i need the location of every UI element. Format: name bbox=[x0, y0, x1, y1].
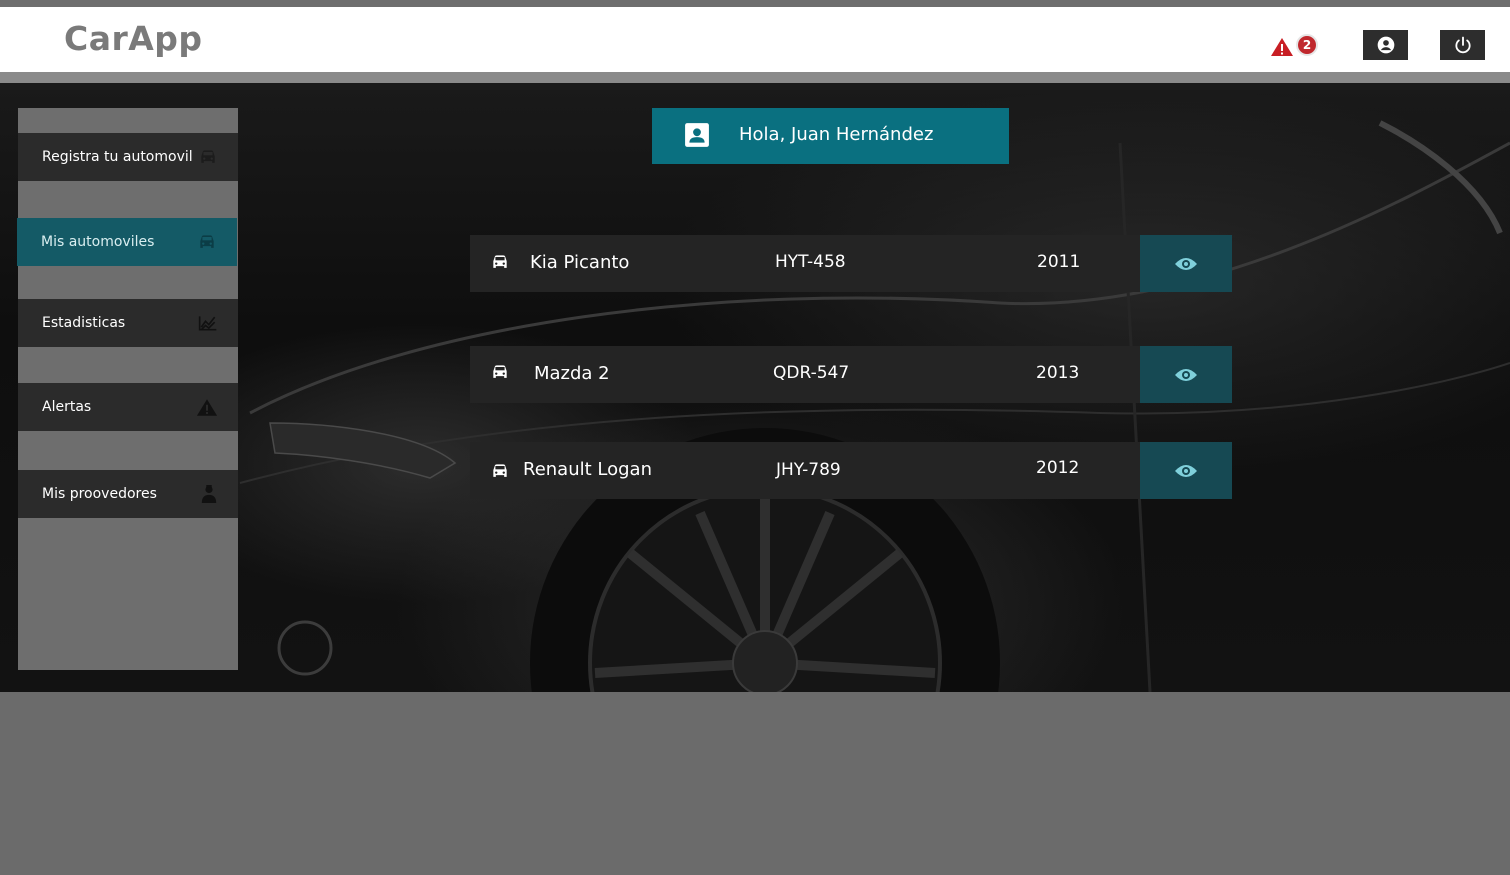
car-icon bbox=[493, 365, 507, 378]
car-plate: HYT-458 bbox=[775, 252, 846, 272]
car-row: Kia Picanto HYT-458 2011 bbox=[470, 235, 1232, 292]
account-circle-icon bbox=[1377, 36, 1394, 54]
sidebar-item-alerts[interactable]: Alertas bbox=[18, 383, 238, 431]
eye-icon bbox=[1175, 368, 1197, 381]
car-row: Renault Logan JHY-789 2012 bbox=[470, 442, 1232, 499]
logout-button[interactable] bbox=[1440, 30, 1485, 60]
sidebar-item-statistics[interactable]: Estadisticas bbox=[18, 299, 238, 347]
sidebar-item-providers[interactable]: Mis proovedores bbox=[18, 470, 238, 518]
warning-icon bbox=[196, 398, 218, 416]
car-icon bbox=[493, 255, 507, 268]
sidebar: Registra tu automovil Mis automoviles Es… bbox=[17, 108, 238, 670]
top-strip bbox=[0, 0, 1510, 7]
car-name: Kia Picanto bbox=[530, 252, 630, 273]
car-name: Renault Logan bbox=[523, 459, 652, 480]
sidebar-item-label: Mis automoviles bbox=[41, 234, 155, 250]
view-car-button[interactable] bbox=[1140, 442, 1232, 499]
sidebar-item-label: Mis proovedores bbox=[42, 486, 157, 502]
person-icon bbox=[201, 485, 217, 503]
car-plate: QDR-547 bbox=[773, 363, 850, 383]
power-icon bbox=[1454, 36, 1471, 54]
warning-icon bbox=[1271, 38, 1293, 56]
contact-card-icon bbox=[685, 123, 709, 147]
car-year: 2011 bbox=[1037, 252, 1081, 272]
car-icon bbox=[493, 464, 507, 477]
eye-icon bbox=[1175, 257, 1197, 270]
app-header: CarApp 2 bbox=[0, 7, 1510, 72]
user-profile-button[interactable] bbox=[1363, 30, 1408, 60]
alert-count-badge: 2 bbox=[1296, 34, 1318, 56]
car-row: Mazda 2 QDR-547 2013 bbox=[470, 346, 1232, 403]
eye-icon bbox=[1175, 464, 1197, 477]
greeting-text: Hola, Juan Hernández bbox=[739, 124, 934, 145]
sidebar-item-label: Registra tu automovil bbox=[42, 149, 193, 165]
car-icon bbox=[200, 235, 214, 248]
car-year: 2013 bbox=[1036, 363, 1080, 383]
sidebar-item-my-cars[interactable]: Mis automoviles bbox=[17, 218, 237, 266]
car-name: Mazda 2 bbox=[534, 363, 610, 384]
header-divider bbox=[0, 72, 1510, 83]
view-car-button[interactable] bbox=[1140, 346, 1232, 403]
sidebar-item-label: Estadisticas bbox=[42, 315, 126, 331]
greeting-banner: Hola, Juan Hernández bbox=[652, 108, 1009, 164]
line-chart-icon bbox=[198, 316, 217, 331]
app-logo[interactable]: CarApp bbox=[64, 19, 203, 58]
sidebar-item-label: Alertas bbox=[42, 399, 92, 415]
car-icon bbox=[201, 150, 215, 163]
car-year: 2012 bbox=[1036, 458, 1080, 478]
alerts-indicator[interactable]: 2 bbox=[1268, 33, 1322, 63]
sidebar-item-register-car[interactable]: Registra tu automovil bbox=[18, 133, 238, 181]
car-plate: JHY-789 bbox=[776, 460, 841, 480]
view-car-button[interactable] bbox=[1140, 235, 1232, 292]
